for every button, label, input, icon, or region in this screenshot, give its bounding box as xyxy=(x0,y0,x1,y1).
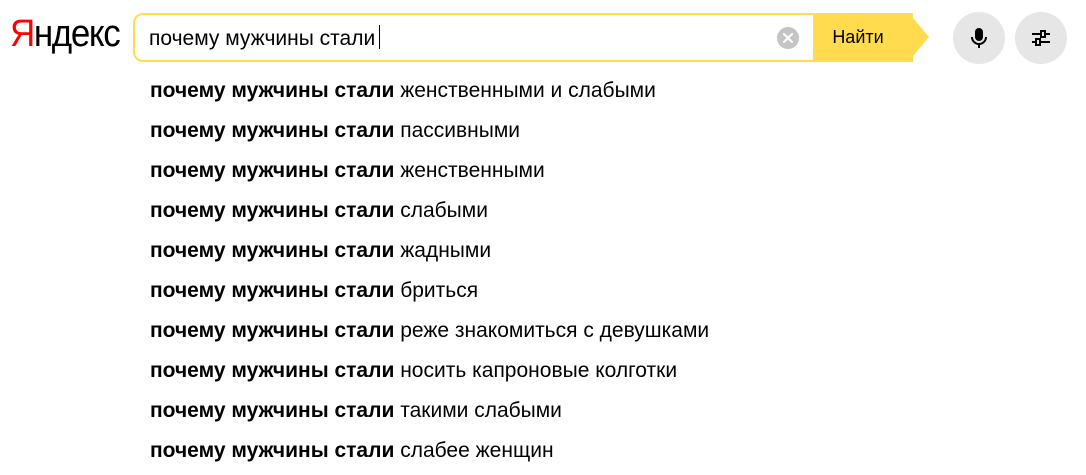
suggestion-item[interactable]: почему мужчины стали женственными xyxy=(150,151,709,191)
search-box[interactable]: почему мужчины стали xyxy=(133,13,813,62)
suggestion-prefix: почему мужчины стали xyxy=(150,119,395,142)
suggestion-suffix: такими слабыми xyxy=(394,399,562,422)
yandex-logo[interactable]: Яндекс xyxy=(10,12,121,56)
search-input[interactable]: почему мужчины стали xyxy=(149,24,769,54)
suggestion-prefix: почему мужчины стали xyxy=(150,279,395,302)
search-settings-button[interactable] xyxy=(1015,12,1067,64)
search-header: Яндекс почему мужчины стали Найти xyxy=(0,0,1086,70)
suggestion-item[interactable]: почему мужчины стали бриться xyxy=(150,271,709,311)
suggestion-prefix: почему мужчины стали xyxy=(150,439,395,462)
search-button-arrow[interactable] xyxy=(909,13,929,61)
microphone-icon xyxy=(971,28,987,48)
suggestion-item[interactable]: почему мужчины стали жадными xyxy=(150,231,709,271)
suggestion-suffix: слабее женщин xyxy=(394,439,554,462)
suggestion-prefix: почему мужчины стали xyxy=(150,159,395,182)
search-button[interactable]: Найти xyxy=(813,13,913,62)
suggestion-prefix: почему мужчины стали xyxy=(150,359,395,382)
suggestion-list: почему мужчины стали женственными и слаб… xyxy=(150,71,709,471)
suggestion-suffix: женственными xyxy=(394,159,545,182)
suggestion-item[interactable]: почему мужчины стали слабее женщин xyxy=(150,431,709,471)
suggestion-item[interactable]: почему мужчины стали такими слабыми xyxy=(150,391,709,431)
suggestion-suffix: пассивными xyxy=(394,119,521,142)
suggestion-item[interactable]: почему мужчины стали слабыми xyxy=(150,191,709,231)
suggestion-item[interactable]: почему мужчины стали носить капроновые к… xyxy=(150,351,709,391)
suggestion-prefix: почему мужчины стали xyxy=(150,199,395,222)
suggestion-prefix: почему мужчины стали xyxy=(150,239,395,262)
suggestion-item[interactable]: почему мужчины стали реже знакомиться с … xyxy=(150,311,709,351)
suggestion-suffix: жадными xyxy=(394,239,492,262)
suggestion-prefix: почему мужчины стали xyxy=(150,399,395,422)
logo-first-letter: Я xyxy=(10,13,35,55)
suggestion-suffix: слабыми xyxy=(394,199,488,222)
suggestion-suffix: реже знакомиться с девушками xyxy=(394,319,710,342)
settings-sliders-icon xyxy=(1032,30,1050,46)
suggestion-suffix: носить капроновые колготки xyxy=(394,359,678,382)
suggestion-suffix: бриться xyxy=(394,279,479,302)
suggestion-suffix: женственными и слабыми xyxy=(394,79,656,102)
suggestion-prefix: почему мужчины стали xyxy=(150,79,395,102)
text-caret xyxy=(379,25,381,49)
voice-search-button[interactable] xyxy=(953,12,1005,64)
suggestion-item[interactable]: почему мужчины стали женственными и слаб… xyxy=(150,71,709,111)
search-input-value: почему мужчины стали xyxy=(149,27,376,50)
suggestion-prefix: почему мужчины стали xyxy=(150,319,395,342)
clear-icon[interactable] xyxy=(777,27,799,49)
logo-rest: ндекс xyxy=(33,13,121,55)
suggestion-item[interactable]: почему мужчины стали пассивными xyxy=(150,111,709,151)
